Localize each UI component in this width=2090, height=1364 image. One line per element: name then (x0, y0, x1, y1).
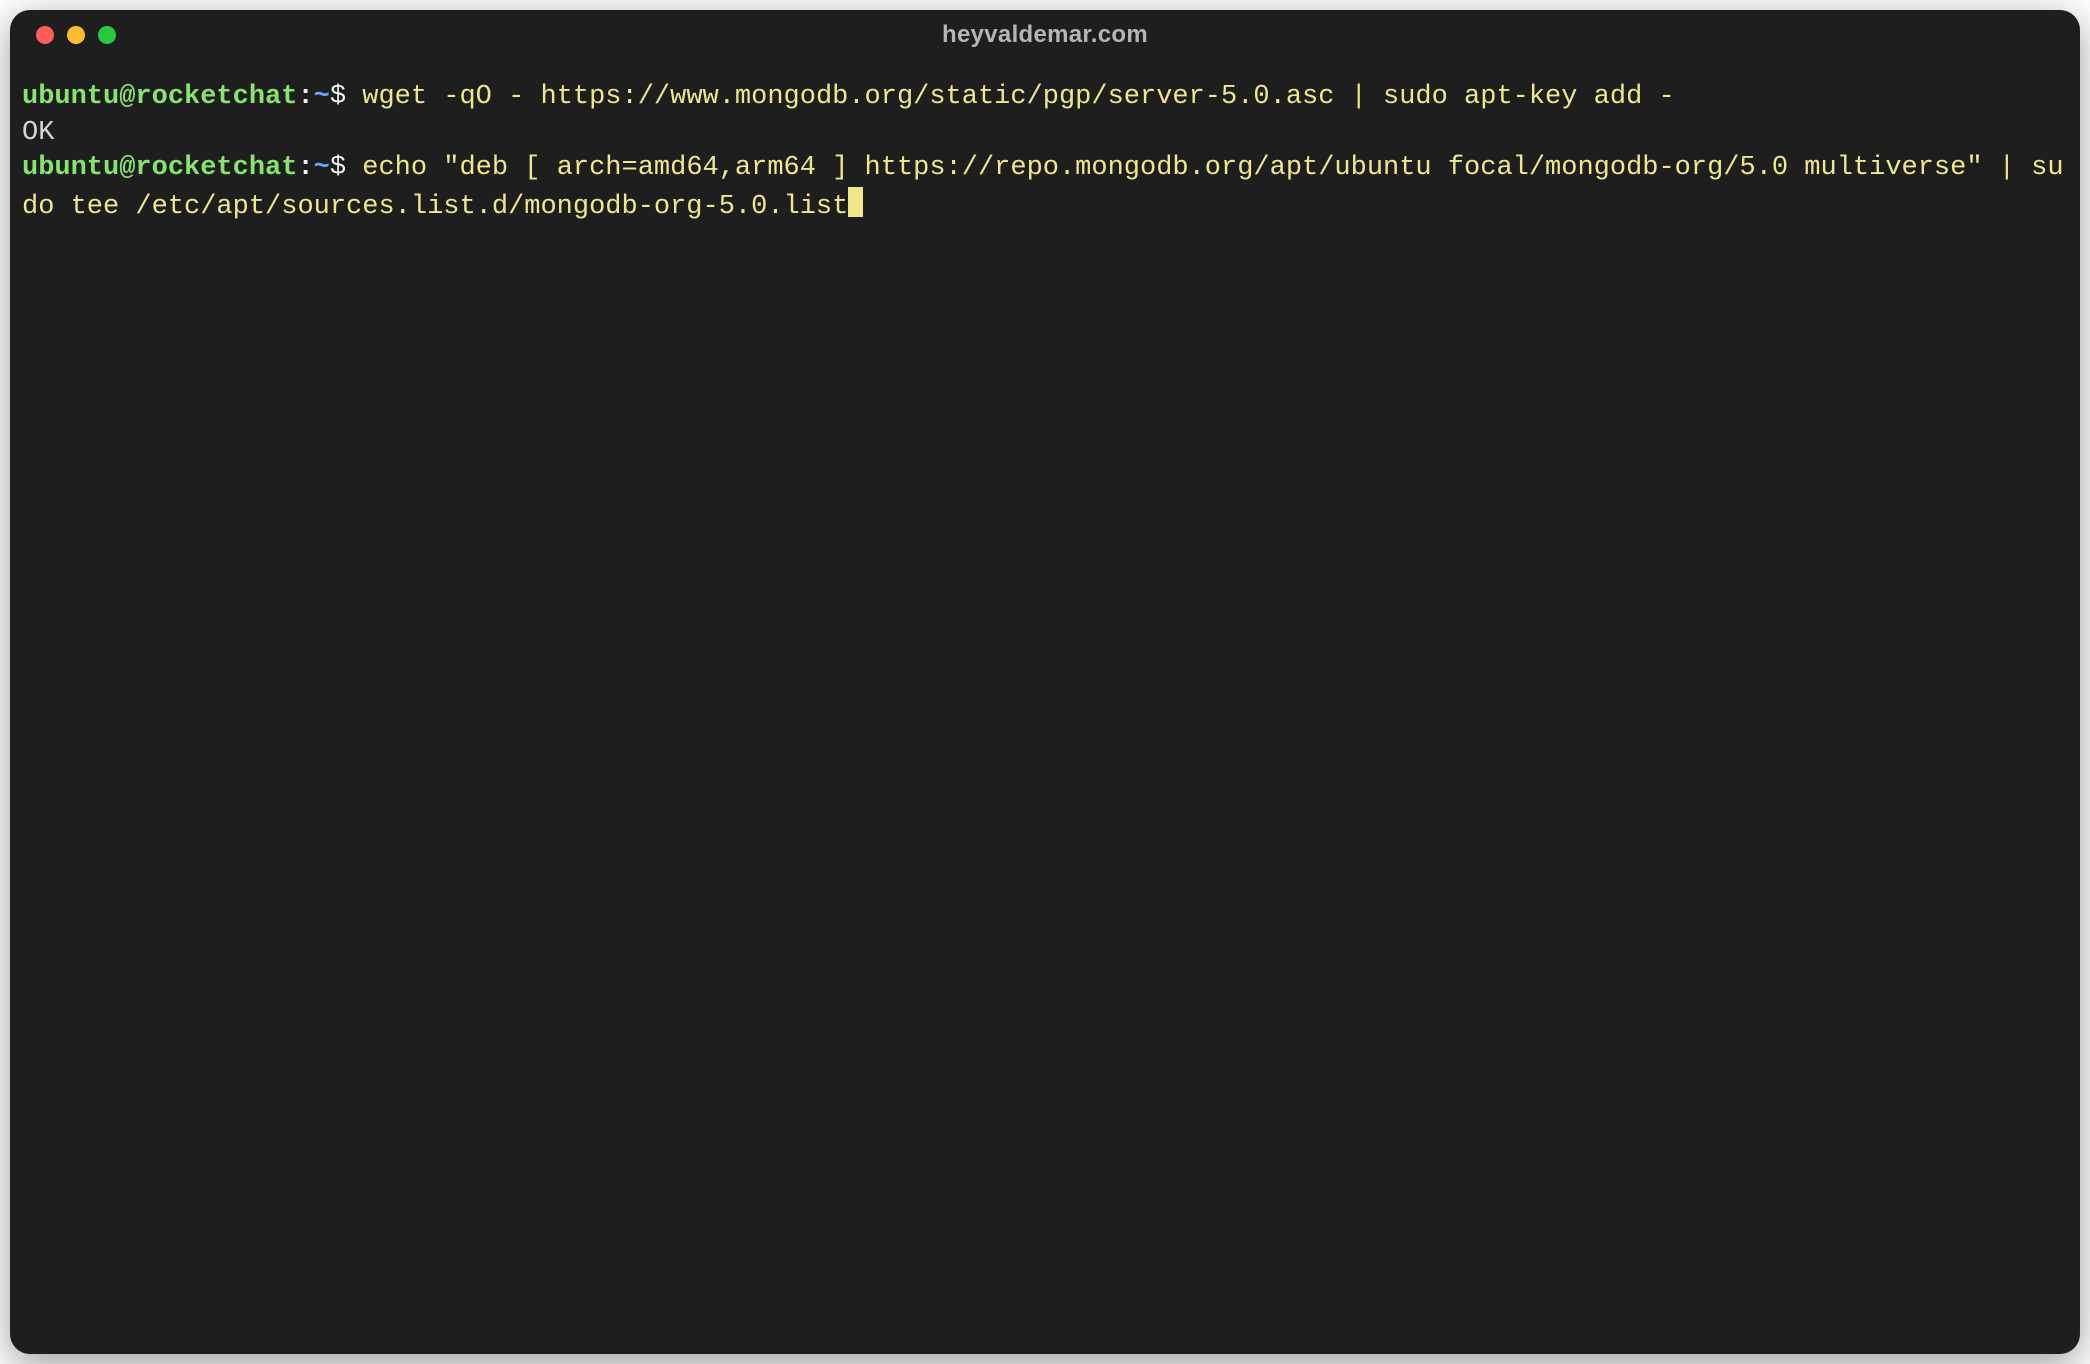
prompt-path: ~ (314, 82, 330, 112)
prompt-colon: : (297, 153, 313, 183)
prompt-host: rocketchat (135, 153, 297, 183)
command-text: wget -qO - https://www.mongodb.org/stati… (362, 82, 1674, 112)
prompt-host: rocketchat (135, 82, 297, 112)
terminal-line: ubuntu@rocketchat:~$ echo "deb [ arch=am… (22, 153, 2064, 222)
window-title: heyvaldemar.com (10, 21, 2080, 49)
traffic-lights (10, 26, 116, 44)
terminal-window: heyvaldemar.com ubuntu@rocketchat:~$ wge… (10, 10, 2080, 1354)
title-bar: heyvaldemar.com (10, 10, 2080, 60)
prompt-symbol: $ (330, 153, 346, 183)
zoom-icon[interactable] (98, 26, 116, 44)
output-text: OK (22, 118, 54, 148)
prompt-colon: : (297, 82, 313, 112)
terminal-line: ubuntu@rocketchat:~$ wget -qO - https://… (22, 82, 1675, 112)
terminal-body[interactable]: ubuntu@rocketchat:~$ wget -qO - https://… (10, 60, 2080, 1354)
terminal-line: OK (22, 118, 54, 148)
cursor-icon (848, 187, 863, 217)
close-icon[interactable] (36, 26, 54, 44)
prompt-at: @ (119, 153, 135, 183)
prompt-user: ubuntu (22, 82, 119, 112)
minimize-icon[interactable] (67, 26, 85, 44)
prompt-symbol: $ (330, 82, 346, 112)
prompt-user: ubuntu (22, 153, 119, 183)
prompt-path: ~ (314, 153, 330, 183)
prompt-at: @ (119, 82, 135, 112)
